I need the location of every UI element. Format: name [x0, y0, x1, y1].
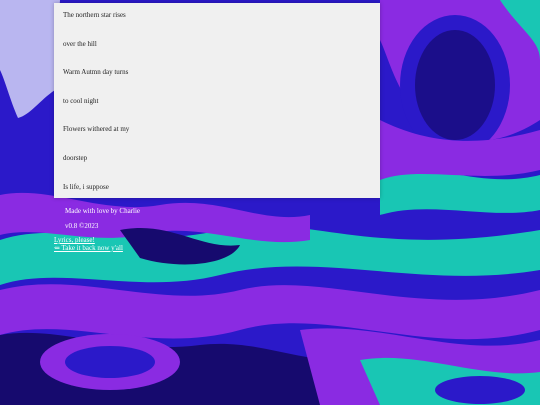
back-link[interactable]: ⇐ Take it back now y'all: [54, 244, 123, 252]
lyric-line: over the hill: [63, 39, 97, 48]
credit-text: Made with love by Charlie: [65, 207, 141, 215]
lyrics-link[interactable]: Lyrics, please!: [54, 236, 95, 244]
lyric-line: Flowers withered at my: [63, 125, 130, 134]
lyric-line: The northern star rises: [63, 11, 126, 19]
lyric-line: to cool night: [63, 96, 99, 105]
lyrics-panel: The northern star rises over the hill Wa…: [54, 3, 380, 198]
lyric-line: doorstep: [63, 153, 88, 162]
lyric-line: Warm Autmn day turns: [63, 68, 129, 77]
version-text: v0.8 ©2023: [65, 222, 99, 230]
lyric-line: Is life, i suppose: [63, 182, 109, 191]
